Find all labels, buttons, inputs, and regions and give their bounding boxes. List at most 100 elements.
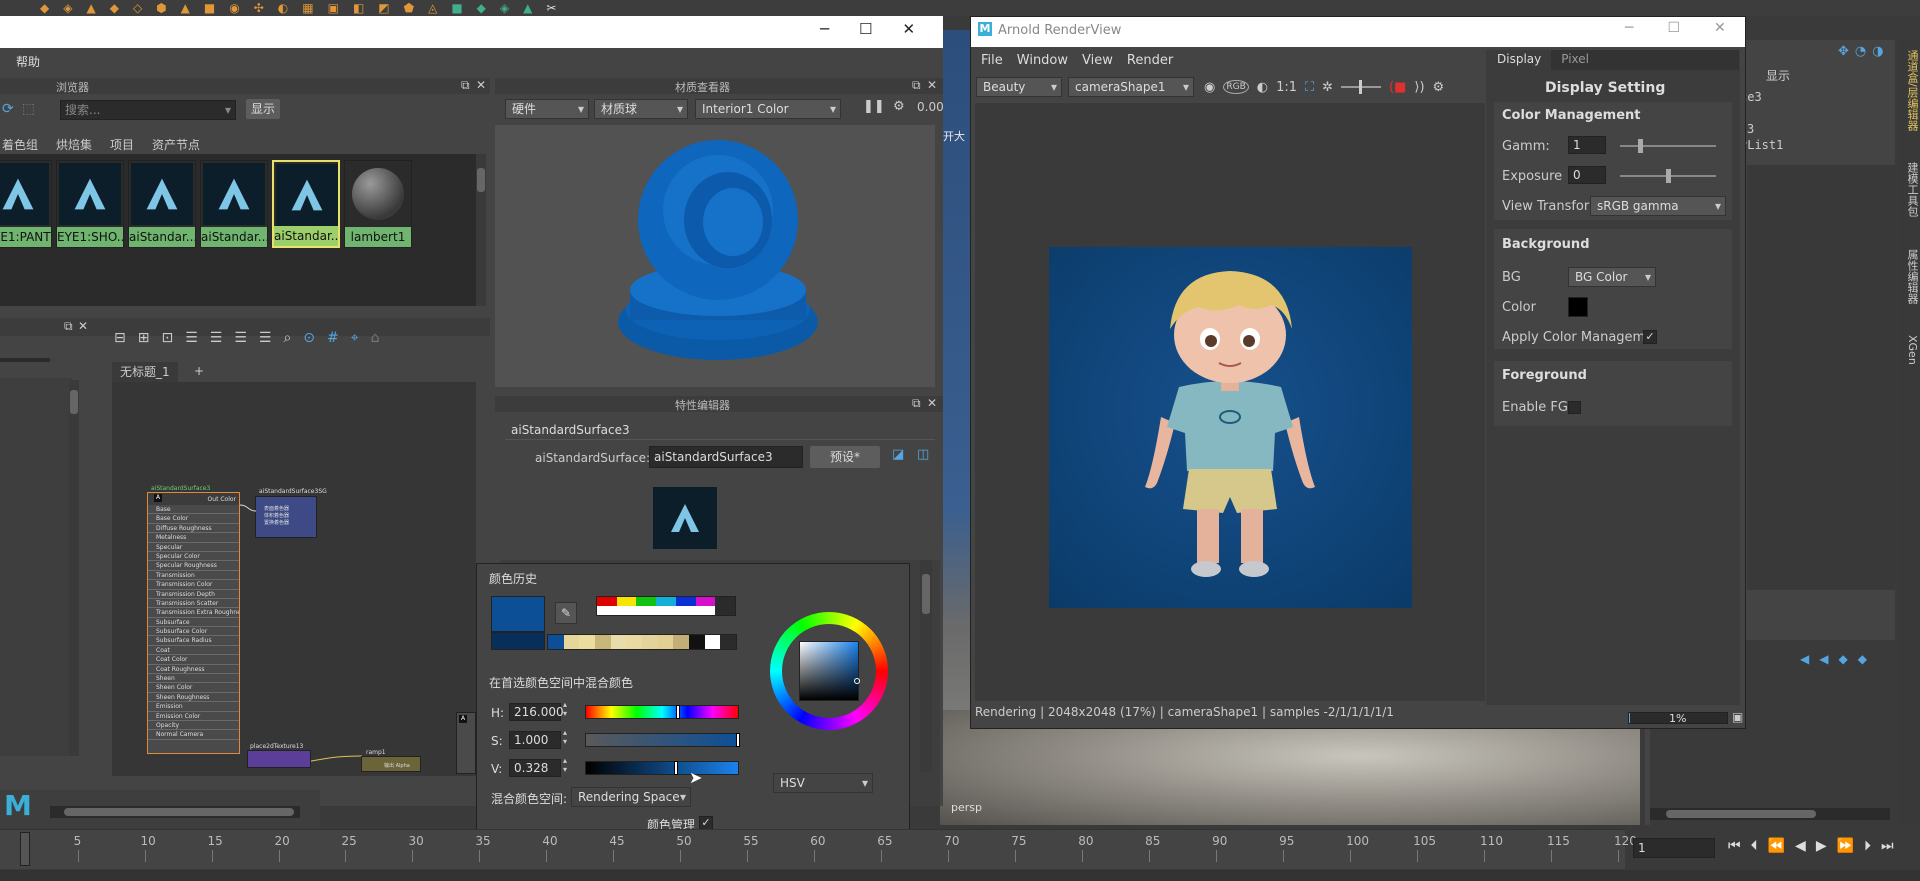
slider-thumb[interactable] — [674, 761, 679, 775]
settings-icon[interactable]: ✲ — [1322, 80, 1333, 95]
render-view-window-controls[interactable]: ─ ☐ ✕ — [1625, 20, 1726, 36]
aov-dropdown[interactable]: Beauty — [976, 77, 1062, 97]
slider-thumb[interactable] — [736, 733, 740, 747]
palette-swatch[interactable] — [695, 606, 716, 615]
material-viewer-float-icon[interactable]: ⧉ — [912, 78, 921, 93]
gear-icon[interactable]: ⚙ — [1433, 80, 1445, 95]
menu-window[interactable]: Window — [1017, 53, 1068, 68]
history-swatch[interactable] — [642, 635, 658, 649]
palette-swatch[interactable] — [636, 597, 657, 606]
step-back-key-icon[interactable]: ⏪ — [1768, 838, 1785, 854]
ratio-label[interactable]: 1:1 — [1276, 80, 1297, 95]
v-slider[interactable] — [585, 761, 739, 775]
palette-swatch[interactable] — [616, 606, 637, 615]
layer-icon[interactable]: ◆ — [1858, 652, 1867, 666]
step-forward-icon[interactable]: ⏵ — [1864, 838, 1871, 854]
right-side-tabs[interactable]: 通道盒/层编辑器 建模工具包 属性编辑器 XGen — [1898, 40, 1920, 825]
previous-color-swatch[interactable] — [491, 632, 545, 650]
history-swatch[interactable] — [673, 635, 690, 649]
copy-tab-icon[interactable]: ◫ — [917, 447, 929, 462]
menu-file[interactable]: File — [981, 53, 1003, 68]
slider-thumb[interactable] — [1359, 80, 1363, 94]
exposure-input[interactable]: 0 — [1568, 166, 1606, 184]
side-tab[interactable]: 属性编辑器 — [1906, 249, 1919, 304]
play-back-icon[interactable]: ◀ — [1795, 838, 1806, 854]
audio-icon[interactable]: ⟩) — [1414, 80, 1424, 95]
tool-icon[interactable]: ◔ — [1855, 44, 1866, 59]
minimize-icon[interactable]: ─ — [1625, 20, 1633, 36]
h-slider[interactable] — [585, 705, 739, 719]
history-swatch[interactable] — [689, 635, 705, 649]
right-show-label[interactable]: 显示 — [1766, 67, 1790, 84]
blend-space-dropdown[interactable]: Rendering Space — [571, 787, 691, 807]
color-management-checkbox[interactable]: ✓ — [699, 816, 713, 830]
left-bottom-hscroll[interactable] — [50, 806, 300, 818]
history-swatch[interactable] — [595, 635, 611, 649]
history-swatch[interactable] — [610, 635, 627, 649]
snapshot-icon[interactable]: ◐ — [1257, 80, 1268, 95]
focus-icon[interactable]: ◪ — [892, 447, 904, 462]
s-input[interactable]: 1.000 — [509, 731, 561, 749]
apply-color-management-checkbox[interactable]: ✓ — [1643, 330, 1657, 344]
attribute-editor-vscroll[interactable] — [920, 560, 932, 772]
node-name-field[interactable]: aiStandardSurface3 — [649, 446, 803, 468]
attribute-editor-tab[interactable]: aiStandardSurface3 — [505, 420, 935, 440]
enable-fg-checkbox[interactable] — [1568, 401, 1581, 414]
layer-icon[interactable]: ◀ — [1800, 652, 1809, 666]
palette-swatch[interactable] — [616, 597, 637, 606]
sv-square[interactable] — [799, 641, 859, 701]
h-spin-icon[interactable]: ▴ ▾ — [563, 700, 567, 718]
tab-display[interactable]: Display — [1487, 50, 1552, 70]
palette-swatch[interactable] — [597, 597, 617, 606]
right-hscroll[interactable] — [1650, 808, 1890, 820]
palette-swatch[interactable] — [656, 606, 676, 615]
scroll-thumb[interactable] — [1666, 810, 1816, 818]
tool-icon[interactable]: ✥ — [1838, 44, 1849, 59]
node-ramp[interactable]: ramp1 输出 Alpha — [361, 749, 421, 772]
attribute-editor-close-icon[interactable]: ✕ — [927, 396, 937, 410]
palette-swatch[interactable] — [715, 606, 735, 615]
maximize-icon[interactable]: ☐ — [1667, 20, 1680, 36]
palette-swatch[interactable] — [715, 597, 735, 606]
node-extra[interactable]: A — [456, 712, 476, 774]
preset-button[interactable]: 预设* — [810, 446, 880, 468]
menu-view[interactable]: View — [1082, 53, 1113, 68]
v-spin-icon[interactable]: ▴ ▾ — [563, 756, 567, 774]
renderer-dropdown[interactable]: 硬件 — [505, 99, 589, 119]
view-transform-dropdown[interactable]: sRGB gamma — [1590, 196, 1726, 216]
gamma-input[interactable]: 1 — [1568, 136, 1606, 154]
crop-icon[interactable]: ⛶ — [1305, 80, 1314, 95]
history-swatch[interactable] — [704, 635, 721, 649]
stop-render-icon[interactable]: (■ — [1389, 80, 1406, 95]
color-mode-dropdown[interactable]: HSV — [773, 773, 873, 793]
side-tab[interactable]: XGen — [1906, 335, 1919, 365]
node-place2d[interactable]: place2dTexture13 — [247, 743, 311, 768]
s-slider[interactable] — [585, 733, 740, 747]
palette-swatch[interactable] — [695, 597, 716, 606]
step-back-icon[interactable]: ⏴ — [1751, 838, 1758, 854]
slider-thumb[interactable] — [676, 705, 681, 719]
go-to-end-icon[interactable]: ⏭ — [1881, 838, 1894, 854]
palette-swatch[interactable] — [597, 606, 617, 615]
color-palette[interactable] — [596, 596, 736, 616]
tab-pixel[interactable]: Pixel — [1551, 50, 1599, 70]
right-toolbar-icons[interactable]: ✥ ◔ ◑ — [1838, 44, 1884, 59]
history-swatch[interactable] — [579, 635, 596, 649]
gamma-slider[interactable] — [1620, 139, 1716, 153]
eyedropper-button[interactable]: ✎ — [555, 602, 577, 624]
current-frame-input[interactable]: 1 — [1633, 838, 1715, 858]
save-image-icon[interactable]: ▣ — [1732, 710, 1743, 724]
close-icon[interactable]: ✕ — [1714, 20, 1726, 36]
slider-thumb[interactable] — [1638, 139, 1643, 153]
pause-icon[interactable]: ❚❚ — [863, 99, 885, 114]
exposure-slider[interactable] — [1341, 80, 1382, 94]
environment-dropdown[interactable]: Interior1 Color — [695, 99, 841, 119]
layer-icon[interactable]: ◀ — [1819, 652, 1828, 666]
history-swatch[interactable] — [563, 635, 580, 649]
slider-thumb[interactable] — [1666, 169, 1671, 183]
timeline-current-marker[interactable] — [20, 832, 30, 866]
go-to-start-icon[interactable]: ⏮ — [1728, 838, 1741, 854]
sv-marker[interactable] — [854, 678, 860, 684]
shape-dropdown[interactable]: 材质球 — [594, 99, 688, 119]
bg-color-swatch[interactable] — [1568, 297, 1588, 317]
